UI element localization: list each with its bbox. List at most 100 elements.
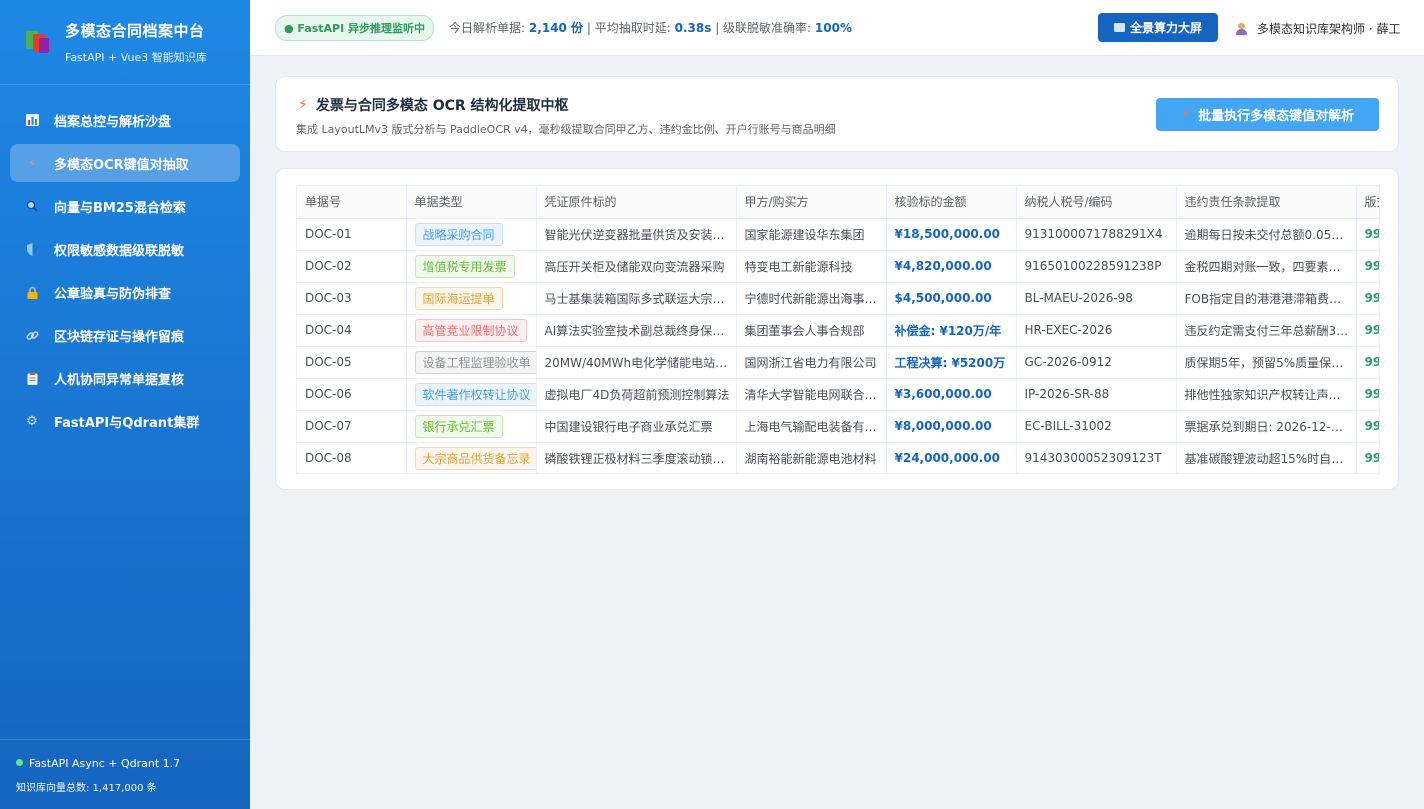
sidebar-item-seal[interactable]: 公章验真与防伪排查: [10, 273, 240, 311]
doc-type-tag: 国际海运提单: [414, 286, 503, 310]
table-row[interactable]: DOC-08 大宗商品供货备忘录 磷酸铁锂正极材料三季度滚动锁价协议 湖南裕能新能源电…: [297, 442, 1379, 473]
column-header[interactable]: 违约责任条款提取: [1176, 186, 1357, 219]
column-header[interactable]: 纳税人税号/编码: [1016, 186, 1177, 219]
extraction-header-panel: ⚡ 发票与合同多模态 OCR 结构化提取中枢 集成 LayoutLMv3 版式分…: [275, 76, 1399, 152]
sidebar-item-label: 区块链存证与操作留痕: [54, 329, 185, 345]
chart-icon: [25, 113, 39, 127]
doc-type-cell: 软件著作权转让协议: [406, 378, 537, 411]
table-row[interactable]: DOC-03 国际海运提单 马士基集装箱国际多式联运大宗货物 宁德时代新能源出海事业部…: [297, 282, 1379, 315]
accuracy-value: 100%: [814, 21, 852, 35]
sidebar-item-review[interactable]: 人机协同异常单据复核: [10, 359, 240, 397]
confidence-cell: 99.8%: [1356, 218, 1379, 251]
amount-cell: ¥4,820,000.00: [886, 250, 1017, 283]
column-header[interactable]: 版式: [1356, 186, 1379, 219]
table-row[interactable]: DOC-04 高管竞业限制协议 AI算法实验室技术副总裁终身保密条款 集团董事会人事合…: [297, 314, 1379, 347]
doc-id-cell: DOC-08: [297, 442, 407, 473]
confidence-cell: 99.2%: [1356, 282, 1379, 315]
top-header: ● FastAPI 异步推理监听中 今日解析单据: 2,140 份 | 平均抽取…: [250, 0, 1424, 56]
sidebar-item-dashboard[interactable]: 档案总控与解析沙盘: [10, 101, 240, 139]
confidence-cell: 99.6%: [1356, 250, 1379, 283]
search-icon: [25, 199, 39, 213]
column-header[interactable]: 甲方/购买方: [736, 186, 887, 219]
latency-value: 0.38s: [674, 21, 712, 35]
doc-type-cell: 银行承兑汇票: [406, 410, 537, 443]
clause-cell: 基准碳酸锂波动超15%时自动调价机制: [1176, 442, 1357, 473]
doc-id-cell: DOC-01: [297, 218, 407, 251]
column-header[interactable]: 单据类型: [406, 186, 537, 219]
sidebar-item-ocr[interactable]: ⚡ 多模态OCR键值对抽取: [10, 144, 240, 182]
confidence-cell: 99.9%: [1356, 410, 1379, 443]
vector-count: 知识库向量总数: 1,417,000 条: [16, 783, 157, 794]
subject-cell: 磷酸铁锂正极材料三季度滚动锁价协议: [536, 442, 737, 473]
docs-label: 今日解析单据:: [449, 21, 526, 35]
table-row[interactable]: DOC-01 战略采购合同 智能光伏逆变器批量供货及安装服务 国家能源建设华东集团 ¥1…: [297, 218, 1379, 251]
books-logo-icon: [24, 29, 50, 55]
bolt-icon: ⚡: [1180, 107, 1191, 122]
sidebar-item-label: 向量与BM25混合检索: [54, 200, 186, 216]
sidebar-item-masking[interactable]: 权限敏感数据级联脱敏: [10, 230, 240, 268]
bolt-icon: ⚡: [28, 156, 36, 170]
doc-type-tag: 战略采购合同: [414, 222, 503, 246]
party-cell: 集团董事会人事合规部: [736, 314, 887, 347]
status-dot-icon: [16, 759, 23, 766]
doc-id-cell: DOC-05: [297, 346, 407, 379]
sidebar-item-label: 多模态OCR键值对抽取: [54, 157, 189, 173]
doc-type-tag: 软件著作权转让协议: [414, 382, 535, 406]
gear-icon: ⚙: [26, 413, 38, 429]
amount-cell: $4,500,000.00: [886, 282, 1017, 315]
sidebar-item-label: 公章验真与防伪排查: [54, 286, 172, 302]
brand-title: 多模态合同档案中台: [65, 21, 205, 40]
dashboard-screen-button[interactable]: 全景算力大屏: [1098, 13, 1218, 42]
clause-cell: FOB指定目的港港港滞箱费用由买方承担: [1176, 282, 1357, 315]
confidence-cell: 99.1%: [1356, 314, 1379, 347]
table-scroll-container[interactable]: 单据号 单据类型 凭证原件标的 甲方/购买方 核验标的金额 纳税人税号/编码 违…: [296, 185, 1380, 474]
sidebar-footer: FastAPI Async + Qdrant 1.7 知识库向量总数: 1,41…: [0, 739, 250, 809]
status-badge: ● FastAPI 异步推理监听中: [275, 14, 435, 41]
column-header[interactable]: 凭证原件标的: [536, 186, 737, 219]
doc-id-cell: DOC-04: [297, 314, 407, 347]
sidebar: 多模态合同档案中台 FastAPI + Vue3 智能知识库 档案总控与解析沙盘…: [0, 0, 250, 809]
table-row[interactable]: DOC-07 银行承兑汇票 中国建设银行电子商业承兑汇票 上海电气输配电装备有限公司 ¥…: [297, 410, 1379, 443]
extraction-table-panel: 单据号 单据类型 凭证原件标的 甲方/购买方 核验标的金额 纳税人税号/编码 违…: [275, 168, 1399, 490]
party-cell: 国家能源建设华东集团: [736, 218, 887, 251]
column-header[interactable]: 单据号: [297, 186, 407, 219]
subject-cell: 智能光伏逆变器批量供货及安装服务: [536, 218, 737, 251]
amount-cell: ¥24,000,000.00: [886, 442, 1017, 473]
tax-id-cell: IP-2026-SR-88: [1016, 378, 1177, 411]
column-header[interactable]: 核验标的金额: [886, 186, 1017, 219]
batch-parse-button[interactable]: ⚡ 批量执行多模态键值对解析: [1156, 98, 1379, 131]
doc-type-cell: 设备工程监理验收单: [406, 346, 537, 379]
user-profile[interactable]: 多模态知识库架构师 · 薛工: [1236, 20, 1400, 37]
brand-subtitle: FastAPI + Vue3 智能知识库: [65, 50, 207, 64]
sidebar-item-label: 档案总控与解析沙盘: [54, 114, 172, 130]
amount-cell: ¥18,500,000.00: [886, 218, 1017, 251]
table-row[interactable]: DOC-05 设备工程监理验收单20MW/40MWh电化学储能电站竣工验收国网浙江…: [297, 346, 1379, 379]
clause-cell: 排他性独家知识产权转让声明条款: [1176, 378, 1357, 411]
amount-cell: 工程决算: ¥5200万: [886, 346, 1017, 379]
doc-id-cell: DOC-03: [297, 282, 407, 315]
dashboard-screen-label: 全景算力大屏: [1129, 21, 1202, 35]
service-status: FastAPI Async + Qdrant 1.7: [29, 757, 181, 770]
party-cell: 清华大学智能电网联合实验室: [736, 378, 887, 411]
accuracy-label: | 级联脱敏准确率:: [715, 21, 812, 35]
monitor-icon: [1113, 23, 1125, 32]
tax-id-cell: HR-EXEC-2026: [1016, 314, 1177, 347]
sidebar-item-blockchain[interactable]: 区块链存证与操作留痕: [10, 316, 240, 354]
clause-cell: 违反约定需支付三年总薪酬300%违约金: [1176, 314, 1357, 347]
brand: 多模态合同档案中台 FastAPI + Vue3 智能知识库: [0, 0, 250, 85]
sidebar-item-search[interactable]: 向量与BM25混合检索: [10, 187, 240, 225]
subject-cell: 中国建设银行电子商业承兑汇票: [536, 410, 737, 443]
bolt-icon: ⚡: [298, 97, 308, 113]
party-cell: 特变电工新能源科技: [736, 250, 887, 283]
doc-id-cell: DOC-02: [297, 250, 407, 283]
sidebar-item-label: 权限敏感数据级联脱敏: [54, 243, 185, 259]
page-title: ⚡ 发票与合同多模态 OCR 结构化提取中枢: [298, 95, 569, 115]
party-cell: 上海电气输配电装备有限公司: [736, 410, 887, 443]
tax-id-cell: 9131000071788291X4: [1016, 218, 1177, 251]
table-row[interactable]: DOC-02 增值税专用发票 高压开关柜及储能双向变流器采购 特变电工新能源科技 ¥4,…: [297, 250, 1379, 283]
subject-cell: 马士基集装箱国际多式联运大宗货物: [536, 282, 737, 315]
table-row[interactable]: DOC-06 软件著作权转让协议 虚拟电厂4D负荷超前预测控制算法 清华大学智能电网联…: [297, 378, 1379, 411]
sidebar-item-cluster[interactable]: ⚙ FastAPI与Qdrant集群: [10, 402, 240, 440]
clipboard-icon: [25, 371, 39, 385]
latency-label: | 平均抽取时延:: [586, 21, 671, 35]
